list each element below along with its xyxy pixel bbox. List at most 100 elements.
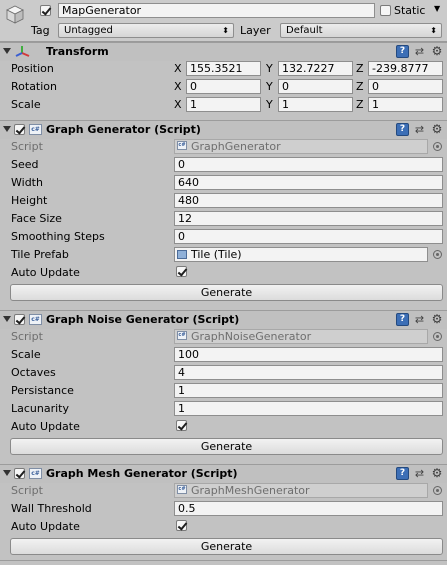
- script-icon: c#: [177, 141, 187, 150]
- transform-header[interactable]: Transform ? ⇄ ⚙: [0, 42, 447, 61]
- script-label: Script: [11, 330, 43, 343]
- axis-z-label: Z: [356, 80, 364, 93]
- generate-button[interactable]: Generate: [10, 538, 443, 555]
- octaves-input[interactable]: 4: [174, 365, 443, 380]
- object-picker-icon[interactable]: [433, 486, 442, 495]
- octaves-label: Octaves: [11, 366, 56, 379]
- gear-icon[interactable]: ⚙: [430, 45, 444, 58]
- static-checkbox[interactable]: [380, 5, 391, 16]
- width-input[interactable]: 640: [174, 175, 443, 190]
- axis-x-label: X: [174, 80, 182, 93]
- script-value: GraphMeshGenerator: [191, 484, 310, 497]
- cube-icon: [6, 5, 24, 24]
- auto-update-checkbox[interactable]: [176, 420, 187, 431]
- rotation-y-input[interactable]: 0: [278, 79, 353, 94]
- smoothing-steps-input[interactable]: 0: [174, 229, 443, 244]
- auto-update-checkbox[interactable]: [176, 266, 187, 277]
- preset-icon[interactable]: ⇄: [413, 467, 426, 480]
- axis-y-label: Y: [266, 80, 273, 93]
- help-icon[interactable]: ?: [396, 45, 409, 58]
- width-label: Width: [11, 176, 43, 189]
- help-icon[interactable]: ?: [396, 313, 409, 326]
- graph-generator-header[interactable]: c# Graph Generator (Script) ? ⇄ ⚙: [0, 120, 447, 139]
- foldout-arrow-icon[interactable]: [3, 316, 11, 322]
- script-icon: c#: [29, 124, 42, 135]
- persistance-input[interactable]: 1: [174, 383, 443, 398]
- position-y-input[interactable]: 132.7227: [278, 61, 353, 76]
- layer-value: Default: [286, 25, 323, 36]
- scale-x-input[interactable]: 1: [186, 97, 261, 112]
- generate-button[interactable]: Generate: [10, 284, 443, 301]
- object-picker-icon[interactable]: [433, 142, 442, 151]
- foldout-arrow-icon[interactable]: [3, 470, 11, 476]
- tag-dropdown[interactable]: Untagged ⬍: [58, 23, 234, 38]
- auto-update-label: Auto Update: [11, 420, 80, 433]
- scale-y-input[interactable]: 1: [278, 97, 353, 112]
- lacunarity-label: Lacunarity: [11, 402, 70, 415]
- preset-icon[interactable]: ⇄: [413, 313, 426, 326]
- component-enabled-checkbox[interactable]: [14, 468, 25, 479]
- script-icon: c#: [177, 331, 187, 340]
- script-label: Script: [11, 484, 43, 497]
- layer-dropdown[interactable]: Default ⬍: [280, 23, 442, 38]
- layer-label: Layer: [240, 24, 271, 37]
- static-dropdown-arrow-icon[interactable]: ▼: [434, 4, 440, 13]
- axis-y-label: Y: [266, 98, 273, 111]
- axis-y-label: Y: [266, 62, 273, 75]
- rotation-x-input[interactable]: 0: [186, 79, 261, 94]
- graph-noise-generator-header[interactable]: c# Graph Noise Generator (Script) ? ⇄ ⚙: [0, 310, 447, 329]
- wall-threshold-input[interactable]: 0.5: [174, 501, 443, 516]
- graph-noise-generator-title: Graph Noise Generator (Script): [46, 313, 240, 326]
- rotation-z-input[interactable]: 0: [368, 79, 443, 94]
- graph-generator-title: Graph Generator (Script): [46, 123, 201, 136]
- face-size-label: Face Size: [11, 212, 62, 225]
- lacunarity-input[interactable]: 1: [174, 401, 443, 416]
- gameobject-name-input[interactable]: MapGenerator: [58, 3, 375, 18]
- seed-input[interactable]: 0: [174, 157, 443, 172]
- auto-update-label: Auto Update: [11, 266, 80, 279]
- script-field: GraphGenerator: [174, 139, 428, 154]
- axis-z-label: Z: [356, 62, 364, 75]
- persistance-label: Persistance: [11, 384, 74, 397]
- component-enabled-checkbox[interactable]: [14, 124, 25, 135]
- prefab-icon: [177, 250, 187, 259]
- position-label: Position: [11, 62, 54, 75]
- gear-icon[interactable]: ⚙: [430, 467, 444, 480]
- bottom-divider: [0, 560, 447, 561]
- position-x-input[interactable]: 155.3521: [186, 61, 261, 76]
- gameobject-header: MapGenerator Static ▼ Tag Untagged ⬍ Lay…: [0, 0, 447, 42]
- help-icon[interactable]: ?: [396, 467, 409, 480]
- foldout-arrow-icon[interactable]: [3, 126, 11, 132]
- tile-prefab-field[interactable]: Tile (Tile): [174, 247, 428, 262]
- script-icon: c#: [177, 485, 187, 494]
- gear-icon[interactable]: ⚙: [430, 313, 444, 326]
- tag-value: Untagged: [64, 25, 113, 36]
- height-input[interactable]: 480: [174, 193, 443, 208]
- script-icon: c#: [29, 468, 42, 479]
- auto-update-checkbox[interactable]: [176, 520, 187, 531]
- script-value: GraphNoiseGenerator: [191, 330, 312, 343]
- scale-z-input[interactable]: 1: [368, 97, 443, 112]
- noise-scale-label: Scale: [11, 348, 41, 361]
- preset-icon[interactable]: ⇄: [413, 123, 426, 136]
- graph-mesh-generator-title: Graph Mesh Generator (Script): [46, 467, 238, 480]
- component-enabled-checkbox[interactable]: [14, 314, 25, 325]
- object-picker-icon[interactable]: [433, 332, 442, 341]
- generate-button[interactable]: Generate: [10, 438, 443, 455]
- graph-mesh-generator-header[interactable]: c# Graph Mesh Generator (Script) ? ⇄ ⚙: [0, 464, 447, 483]
- noise-scale-input[interactable]: 100: [174, 347, 443, 362]
- foldout-arrow-icon[interactable]: [3, 48, 11, 54]
- scale-label: Scale: [11, 98, 41, 111]
- gear-icon[interactable]: ⚙: [430, 123, 444, 136]
- script-value: GraphGenerator: [191, 140, 281, 153]
- transform-axes-icon: [15, 46, 30, 57]
- active-checkbox[interactable]: [40, 5, 51, 16]
- position-z-input[interactable]: -239.8777: [368, 61, 443, 76]
- preset-icon[interactable]: ⇄: [413, 45, 426, 58]
- height-label: Height: [11, 194, 48, 207]
- help-icon[interactable]: ?: [396, 123, 409, 136]
- face-size-input[interactable]: 12: [174, 211, 443, 226]
- chevron-down-icon: ⬍: [430, 26, 437, 35]
- object-picker-icon[interactable]: [433, 250, 442, 259]
- auto-update-label: Auto Update: [11, 520, 80, 533]
